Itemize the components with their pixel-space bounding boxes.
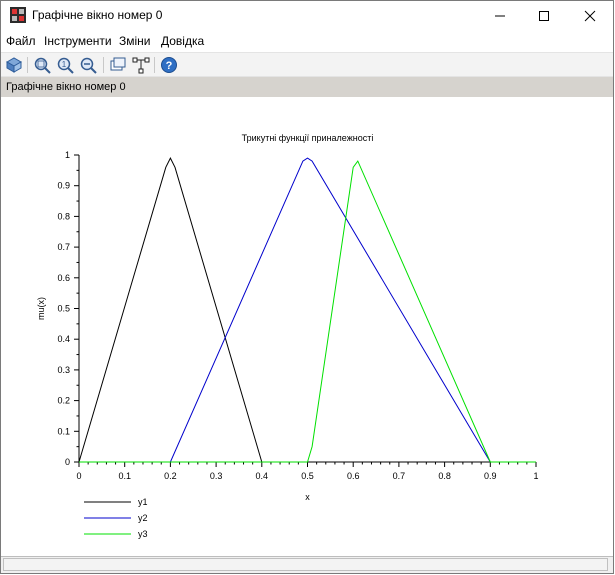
- maximize-icon: [539, 11, 549, 21]
- toolbar: 1 ?: [1, 52, 613, 77]
- rotate-icon: [5, 57, 23, 73]
- datatip-icon: [110, 57, 126, 71]
- y-tick-label: 0.7: [57, 242, 70, 252]
- y-tick-label: 0.3: [57, 365, 70, 375]
- help-icon: ?: [161, 57, 177, 73]
- scilab-app-icon: [10, 7, 26, 23]
- x-tick-label: 0.8: [438, 471, 451, 481]
- x-tick-label: 0.6: [347, 471, 360, 481]
- window-title: Графічне вікно номер 0: [32, 8, 163, 22]
- x-tick-label: 0.7: [393, 471, 406, 481]
- svg-text:1: 1: [62, 60, 67, 69]
- close-icon: [584, 10, 596, 22]
- zoom-reset-button[interactable]: 1: [55, 55, 75, 75]
- status-bar: [1, 556, 613, 573]
- zoom-in-button[interactable]: [32, 55, 52, 75]
- x-tick-label: 0.4: [256, 471, 269, 481]
- minimize-button[interactable]: [477, 1, 523, 31]
- minimize-icon: [495, 15, 505, 17]
- x-tick-label: 0.5: [301, 471, 314, 481]
- x-tick-label: 0.3: [210, 471, 223, 481]
- graphic-window: Графічне вікно номер 0 Файл Інструменти …: [0, 0, 614, 574]
- edit-axes-icon: [132, 57, 150, 74]
- legend-label-y3: y3: [138, 529, 148, 539]
- maximize-button[interactable]: [521, 1, 567, 31]
- series-line-y2[interactable]: [79, 157, 536, 463]
- y-tick-label: 0.1: [57, 426, 70, 436]
- plot-area[interactable]: Трикутні функції приналежності 0 0.1 0.2 0.3…: [1, 97, 613, 555]
- info-bar: Графічне вікно номер 0: [1, 77, 613, 97]
- menu-bar: Файл Інструменти Зміни Довідка: [1, 31, 613, 51]
- x-tick-label: 0: [76, 471, 81, 481]
- y-tick-label: 0.2: [57, 396, 70, 406]
- title-bar[interactable]: Графічне вікно номер 0: [1, 1, 613, 31]
- zoom-in-icon: [34, 57, 51, 74]
- y-tick-label: 0.9: [57, 181, 70, 191]
- y-tick-label: 1: [65, 150, 70, 160]
- help-button[interactable]: ?: [159, 55, 179, 75]
- zoom-out-icon: [80, 57, 97, 74]
- svg-text:?: ?: [166, 60, 173, 72]
- x-tick-label: 1: [533, 471, 538, 481]
- series-line-y3[interactable]: [79, 160, 536, 463]
- series-line-y1[interactable]: [78, 156, 267, 463]
- x-tick-label: 0.9: [484, 471, 497, 481]
- y-tick-label: 0.6: [57, 273, 70, 283]
- status-field: [3, 558, 608, 571]
- menu-help[interactable]: Довідка: [161, 34, 204, 48]
- info-bar-text: Графічне вікно номер 0: [6, 81, 126, 93]
- zoom-reset-icon: 1: [57, 57, 74, 74]
- x-tick-label: 0.2: [164, 471, 177, 481]
- close-button[interactable]: [567, 1, 613, 31]
- legend-label-y2: y2: [138, 513, 148, 523]
- menu-tools[interactable]: Інструменти: [44, 34, 112, 48]
- y-tick-label: 0: [65, 457, 70, 467]
- chart-title: Трикутні функції приналежності: [242, 133, 374, 143]
- chart-svg[interactable]: Трикутні функції приналежності 0 0.1 0.2 0.3…: [1, 97, 613, 555]
- y-tick-label: 0.8: [57, 211, 70, 221]
- zoom-out-button[interactable]: [78, 55, 98, 75]
- rotate-button[interactable]: [4, 55, 24, 75]
- x-axis-label: x: [305, 492, 310, 502]
- x-tick-label: 0.1: [118, 471, 131, 481]
- edit-axes-button[interactable]: [131, 55, 151, 75]
- menu-file[interactable]: Файл: [6, 34, 36, 48]
- datatip-button[interactable]: [108, 55, 128, 75]
- menu-edit[interactable]: Зміни: [119, 34, 151, 48]
- y-tick-label: 0.5: [57, 304, 70, 314]
- y-tick-label: 0.4: [57, 334, 70, 344]
- legend-label-y1: y1: [138, 497, 148, 507]
- y-axis-label: mu(x): [36, 297, 46, 320]
